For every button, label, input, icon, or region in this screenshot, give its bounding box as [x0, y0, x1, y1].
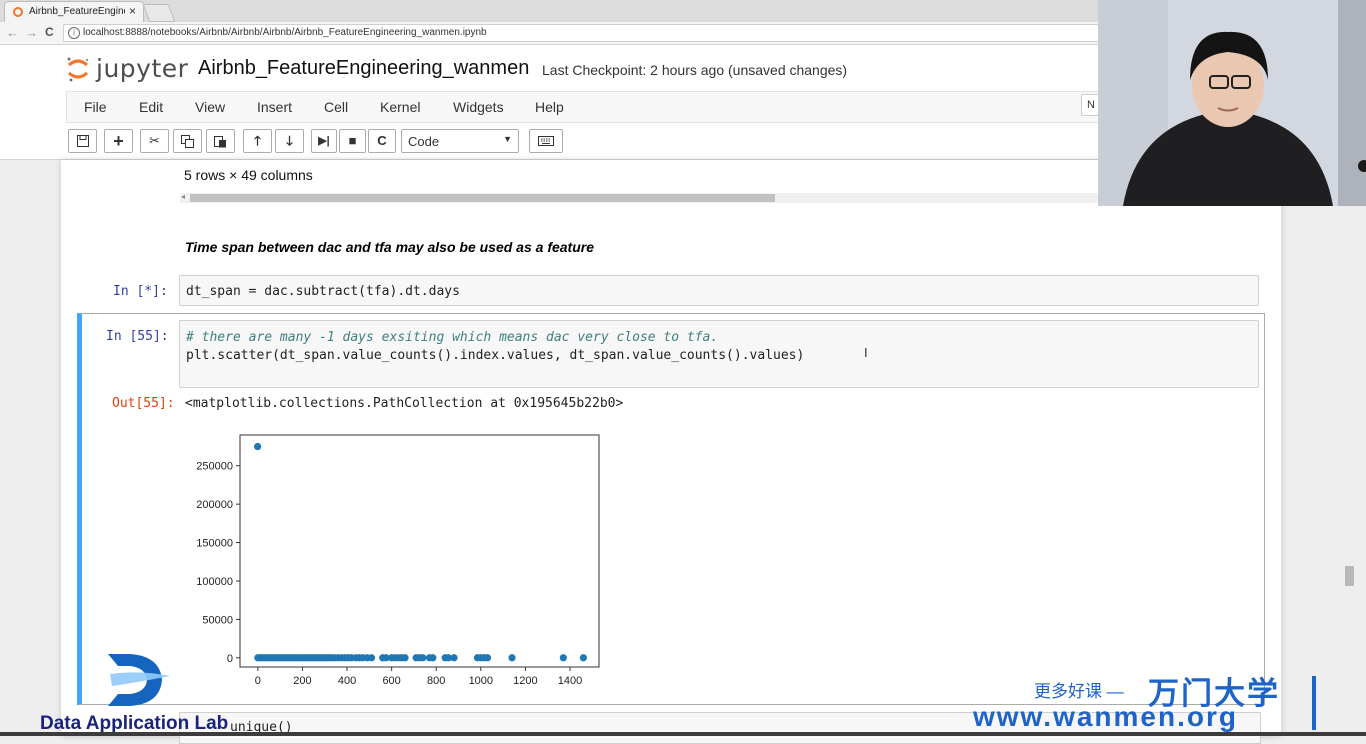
- data-application-lab-logo-icon: [108, 654, 170, 706]
- scrollbar-thumb[interactable]: [190, 194, 775, 202]
- menu-view[interactable]: View: [195, 99, 225, 115]
- info-icon[interactable]: i: [68, 27, 80, 39]
- presenter-video-image: [1098, 0, 1366, 206]
- code-cell-input[interactable]: dt_span = dac.subtract(tfa).dt.days: [179, 275, 1259, 306]
- watermark-tagline: 更多好课 —: [1034, 682, 1124, 701]
- code-line: plt.scatter(dt_span.value_counts().index…: [186, 348, 805, 363]
- reload-icon[interactable]: C: [45, 25, 54, 39]
- url-input[interactable]: i localhost:8888/notebooks/Airbnb/Airbnb…: [63, 24, 1105, 42]
- menu-widgets[interactable]: Widgets: [453, 99, 504, 115]
- arrow-down-icon: 🡓: [286, 133, 293, 148]
- scatter-point: [367, 654, 376, 662]
- scatter-point: [419, 654, 427, 662]
- checkpoint-status: Last Checkpoint: 2 hours ago (unsaved ch…: [542, 62, 848, 78]
- jupyter-logo-icon: [67, 57, 89, 82]
- menu-help[interactable]: Help: [535, 99, 564, 115]
- in-prompt: In [55]:: [106, 329, 169, 344]
- restart-button[interactable]: C: [368, 129, 396, 153]
- in-prompt-running: In [*]:: [113, 284, 168, 299]
- arrow-up-icon: 🡑: [254, 133, 261, 148]
- x-tick-label: 800: [427, 675, 445, 687]
- url-text: localhost:8888/notebooks/Airbnb/Airbnb/A…: [83, 27, 487, 38]
- watermark-url: www.wanmen.org: [973, 701, 1238, 732]
- scatter-point: [254, 442, 262, 451]
- restart-icon: C: [377, 133, 387, 148]
- code-comment: # there are many -1 days exsiting which …: [186, 330, 719, 345]
- jupyter-logo-text: jupyter: [96, 54, 189, 83]
- copy-button[interactable]: [173, 129, 202, 153]
- menu-file[interactable]: File: [84, 99, 107, 115]
- horizontal-scrollbar[interactable]: ◂: [180, 192, 1180, 203]
- menu-edit[interactable]: Edit: [139, 99, 163, 115]
- menu-cell[interactable]: Cell: [324, 99, 348, 115]
- jupyter-logo[interactable]: jupyter: [66, 54, 188, 84]
- code-line: dt_span = dac.subtract(tfa).dt.days: [186, 284, 460, 299]
- scroll-left-icon[interactable]: ◂: [181, 192, 185, 201]
- markdown-cell-text: Time span between dac and tfa may also b…: [185, 239, 595, 255]
- code-cell-input[interactable]: # there are many -1 days exsiting which …: [179, 320, 1259, 388]
- x-tick-label: 1200: [513, 675, 537, 687]
- scatter-point: [579, 654, 587, 662]
- scatter-point: [483, 654, 492, 662]
- scatter-plot: 0 200 400 600 800 1000 1200 1400 0 50000 100000 150…: [196, 434, 600, 687]
- x-tick-label: 1000: [469, 675, 493, 687]
- watermark-divider: [1312, 676, 1316, 730]
- menu-bar: File Edit View Insert Cell Kernel Widget…: [66, 91, 1118, 123]
- copy-icon: [181, 135, 194, 148]
- forward-icon[interactable]: →: [25, 25, 38, 40]
- x-tick-label: 400: [338, 675, 356, 687]
- menu-insert[interactable]: Insert: [257, 99, 292, 115]
- menu-kernel[interactable]: Kernel: [380, 99, 420, 115]
- command-palette-button[interactable]: [529, 129, 563, 153]
- tab-title: Airbnb_FeatureEnginee: [29, 6, 125, 17]
- y-tick-label: 0: [227, 653, 233, 665]
- video-bottom-strip: [0, 732, 1366, 736]
- paste-button[interactable]: [206, 129, 235, 153]
- stop-icon: ■: [348, 133, 357, 148]
- tab-close-icon[interactable]: ×: [129, 4, 136, 18]
- scatter-point: [508, 654, 516, 662]
- output-text: <matplotlib.collections.PathCollection a…: [185, 396, 624, 411]
- cell-type-select[interactable]: Code ▼: [401, 129, 519, 153]
- vertical-scrollbar-thumb[interactable]: [1345, 566, 1354, 586]
- save-icon: [76, 135, 89, 147]
- dataframe-shape-text: 5 rows × 49 columns: [184, 167, 313, 183]
- new-tab-button[interactable]: [142, 4, 176, 22]
- scissors-icon: ✂: [149, 133, 160, 148]
- paste-icon: [214, 136, 226, 148]
- insert-cell-button[interactable]: +: [104, 129, 133, 153]
- x-tick-label: 200: [293, 675, 311, 687]
- move-down-button[interactable]: 🡓: [275, 129, 304, 153]
- notebook-title[interactable]: Airbnb_FeatureEngineering_wanmen: [198, 57, 529, 80]
- y-tick-label: 250000: [196, 461, 233, 473]
- y-tick-label: 100000: [196, 576, 233, 588]
- step-forward-icon: ▶|: [318, 135, 330, 147]
- scatter-point: [429, 654, 437, 662]
- text-cursor-icon: I: [864, 345, 868, 360]
- chevron-down-icon: ▼: [503, 134, 512, 144]
- x-tick-label: 600: [382, 675, 400, 687]
- cell-type-value: Code: [408, 134, 440, 149]
- jupyter-favicon-icon: [13, 7, 23, 17]
- run-button[interactable]: ▶|: [311, 129, 337, 153]
- plot-axes-frame: [239, 434, 600, 668]
- out-prompt: Out[55]:: [112, 396, 175, 411]
- x-tick-label: 0: [255, 675, 261, 687]
- plus-icon: +: [113, 131, 124, 151]
- webcam-overlay: [1098, 0, 1366, 206]
- interrupt-button[interactable]: ■: [339, 129, 366, 153]
- y-tick-label: 150000: [196, 538, 233, 550]
- x-tick-label: 1400: [558, 675, 582, 687]
- y-tick-label: 50000: [202, 614, 233, 626]
- scatter-point: [401, 654, 409, 662]
- browser-tab[interactable]: Airbnb_FeatureEnginee ×: [4, 1, 144, 23]
- keyboard-icon: [538, 136, 554, 146]
- save-button[interactable]: [68, 129, 97, 153]
- scatter-point: [450, 654, 458, 662]
- move-up-button[interactable]: 🡑: [243, 129, 272, 153]
- scatter-point: [559, 654, 567, 662]
- y-tick-label: 200000: [196, 499, 233, 511]
- back-icon[interactable]: ←: [6, 25, 19, 40]
- cut-button[interactable]: ✂: [140, 129, 169, 153]
